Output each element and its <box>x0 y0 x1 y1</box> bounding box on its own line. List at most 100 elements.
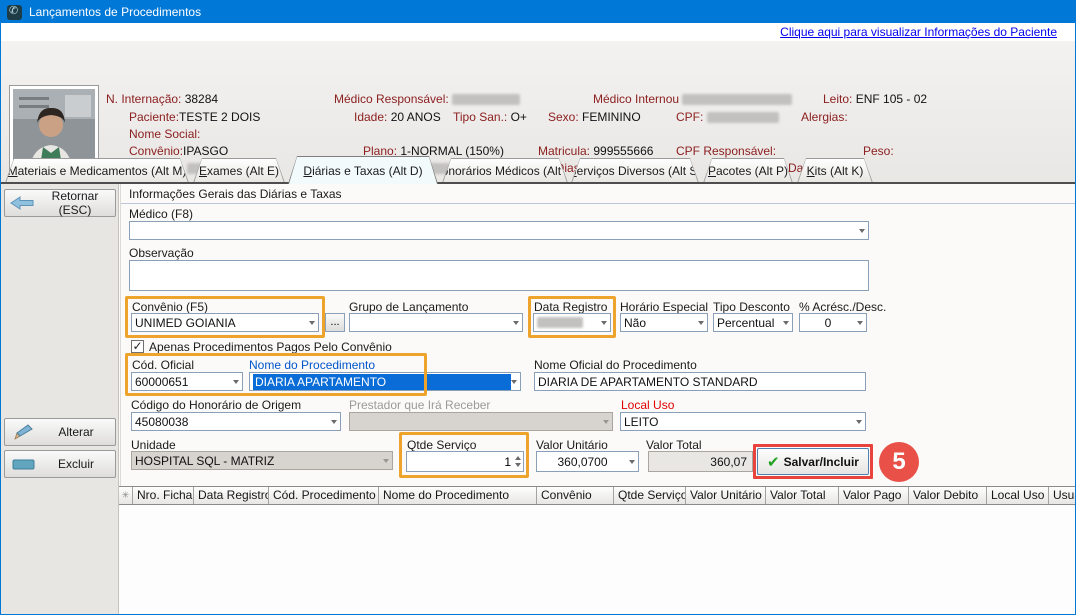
field-idade: Idade: 20 ANOS <box>354 110 441 124</box>
grupo-lancamento-combo[interactable] <box>349 313 523 332</box>
data-registro-label: Data Registro <box>534 300 607 314</box>
valor-unitario-label: Valor Unitário <box>536 438 608 452</box>
field-paciente: Paciente:TESTE 2 DOIS <box>129 110 260 124</box>
col-valor-debito[interactable]: Valor Debito <box>909 487 987 504</box>
chevron-down-icon <box>859 229 865 236</box>
medico-label: Médico (F8) <box>129 207 193 221</box>
grid-empty-area[interactable] <box>119 505 1076 615</box>
app-icon <box>7 5 22 20</box>
tab-exames[interactable]: Exames (Alt E) <box>193 158 285 183</box>
grid-indicator-icon: ✳ <box>119 487 133 504</box>
field-alergias: Alergias: <box>801 110 848 124</box>
chevron-down-icon <box>511 380 517 387</box>
spinner-arrows-icon <box>515 453 521 470</box>
nome-procedimento-combo[interactable]: DIARIA APARTAMENTO <box>249 372 521 391</box>
valor-unitario-combo[interactable]: 360,0700 <box>536 451 639 472</box>
chevron-down-icon <box>856 420 862 427</box>
field-plano: Plano: 1-NORMAL (150%) <box>363 144 504 158</box>
chevron-down-icon <box>331 420 337 427</box>
tab-honorarios-medicos[interactable]: Honorários Médicos (Alt H) <box>442 158 568 183</box>
sidebar: Retornar (ESC) Alterar Excluir <box>1 184 119 615</box>
link-bar: Clique aqui para visualizar Informações … <box>1 23 1076 41</box>
tab-kits[interactable]: Kits (Alt K) <box>797 158 873 183</box>
apenas-pagos-checkbox[interactable] <box>131 340 144 353</box>
window-title: Lançamentos de Procedimentos <box>29 5 201 19</box>
convenio-combo[interactable]: UNIMED GOIANIA <box>131 313 319 332</box>
redacted-value <box>682 94 792 105</box>
procedure-entry-window: Lançamentos de Procedimentos Clique aqui… <box>0 0 1076 615</box>
valor-total-field: 360,07 <box>648 451 753 472</box>
col-valor-total[interactable]: Valor Total <box>766 487 839 504</box>
col-data-registro[interactable]: Data Registro <box>194 487 269 504</box>
chevron-down-icon <box>629 460 635 467</box>
field-tipo-san: Tipo San.: O+ <box>453 110 527 124</box>
col-convenio[interactable]: Convênio <box>537 487 614 504</box>
horario-especial-label: Horário Especial <box>620 300 708 314</box>
local-uso-combo[interactable]: LEITO <box>620 412 866 431</box>
tab-strip-divider <box>1 182 1076 184</box>
col-valor-pago[interactable]: Valor Pago <box>839 487 909 504</box>
alterar-button[interactable]: Alterar <box>4 418 116 446</box>
convenio-browse-button[interactable]: ... <box>325 313 345 332</box>
grupo-lancamento-label: Grupo de Lançamento <box>349 300 468 314</box>
section-divider <box>120 203 1076 204</box>
tipo-desconto-combo[interactable]: Percentual <box>713 313 793 332</box>
chevron-down-icon <box>698 321 704 328</box>
col-nro-ficha[interactable]: Nro. Ficha <box>133 487 194 504</box>
cod-honorario-label: Código do Honorário de Origem <box>131 398 301 412</box>
patient-info-link[interactable]: Clique aqui para visualizar Informações … <box>780 25 1057 39</box>
tab-diarias-taxas[interactable]: Diárias e Taxas (Alt D) <box>288 156 438 184</box>
chevron-down-icon <box>513 321 519 328</box>
observacao-label: Observação <box>129 246 194 260</box>
tipo-desconto-label: Tipo Desconto <box>713 300 790 314</box>
cod-honorario-combo[interactable]: 45080038 <box>131 412 341 431</box>
tab-pacotes[interactable]: Pacotes (Alt P) <box>703 158 793 183</box>
data-registro-combo[interactable] <box>533 313 611 332</box>
unidade-combo: HOSPITAL SQL - MATRIZ <box>131 451 393 470</box>
field-nome-social: Nome Social: <box>129 127 200 141</box>
acresc-desc-label: % Acrésc./Desc. <box>799 300 886 314</box>
chevron-down-icon <box>783 321 789 328</box>
apenas-pagos-label: Apenas Procedimentos Pagos Pelo Convênio <box>149 340 392 354</box>
valor-total-label: Valor Total <box>646 438 702 452</box>
col-valor-unitario[interactable]: Valor Unitário <box>686 487 766 504</box>
field-medico-responsavel: Médico Responsável: <box>334 92 520 106</box>
convenio-label: Convênio (F5) <box>132 300 208 314</box>
field-medico-internou: Médico Internou <box>593 92 792 106</box>
observacao-input[interactable] <box>129 260 869 291</box>
salvar-incluir-button[interactable]: ✔Salvar/Incluir <box>757 448 869 475</box>
col-nome-procedimento[interactable]: Nome do Procedimento <box>379 487 537 504</box>
redacted-value <box>452 94 520 105</box>
horario-especial-combo[interactable]: Não <box>620 313 708 332</box>
field-convenio: Convênio:IPASGO <box>129 144 228 158</box>
qtde-servico-stepper[interactable]: 1 <box>406 451 524 472</box>
field-cpf-responsavel: CPF Responsável: <box>676 144 776 158</box>
prestador-combo <box>349 412 613 431</box>
cod-oficial-label: Cód. Oficial <box>132 358 194 372</box>
tab-materiais-medicamentos[interactable]: Materiais e Medicamentos (Alt M) <box>5 158 189 183</box>
cod-oficial-combo[interactable]: 60000651 <box>131 372 243 391</box>
title-bar: Lançamentos de Procedimentos <box>1 1 1076 23</box>
retornar-button[interactable]: Retornar (ESC) <box>4 189 116 217</box>
prestador-label: Prestador que Irá Receber <box>349 398 490 412</box>
field-leito: Leito: ENF 105 - 02 <box>823 92 927 106</box>
nome-procedimento-label: Nome do Procedimento <box>249 358 375 372</box>
col-cod-procedimento[interactable]: Cód. Procedimento <box>269 487 379 504</box>
acresc-desc-combo[interactable]: 0 <box>799 313 867 332</box>
redacted-value <box>707 112 779 123</box>
chevron-down-icon <box>383 459 389 466</box>
col-qtde-servico[interactable]: Qtde Serviço <box>614 487 686 504</box>
field-peso: Peso: <box>863 144 894 158</box>
excluir-button[interactable]: Excluir <box>4 450 116 478</box>
col-usuario[interactable]: Usuário <box>1049 487 1076 504</box>
field-matricula: Matricula: 999555666 <box>538 144 653 158</box>
chevron-down-icon <box>857 321 863 328</box>
grid-header: ✳ Nro. Ficha Data Registro Cód. Procedim… <box>119 486 1076 505</box>
col-local-uso[interactable]: Local Uso <box>987 487 1049 504</box>
chevron-down-icon <box>309 321 315 328</box>
arrow-left-icon <box>9 195 35 211</box>
tab-servicos-diversos[interactable]: Serviços Diversos (Alt S) <box>571 158 699 183</box>
nome-oficial-input[interactable]: DIARIA DE APARTAMENTO STANDARD <box>534 372 866 391</box>
local-uso-label: Local Uso <box>621 398 674 412</box>
medico-combo[interactable] <box>129 221 869 240</box>
